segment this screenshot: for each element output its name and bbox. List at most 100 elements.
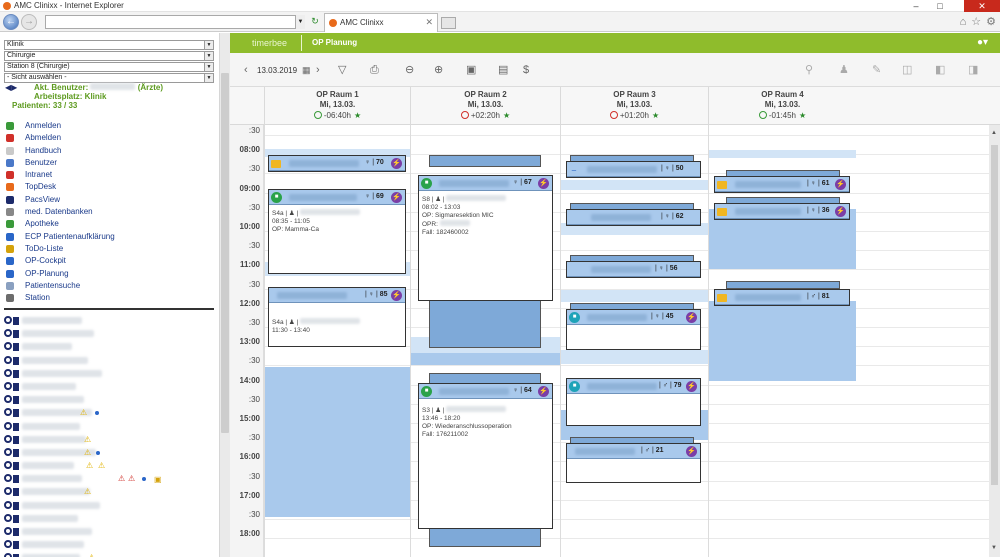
clinic-select[interactable]: Klinik ▼ xyxy=(4,40,214,50)
search-patient-icon[interactable] xyxy=(4,513,12,522)
menu-item[interactable]: Handbuch xyxy=(4,145,219,157)
list-item[interactable] xyxy=(4,367,219,380)
menu-item[interactable]: OP-Planung xyxy=(4,268,219,280)
surgery-card[interactable]: | ♀ | 56 xyxy=(566,261,701,278)
module-title[interactable]: OP Planung xyxy=(312,38,357,47)
export-icon[interactable]: ◫ xyxy=(902,64,912,76)
surgery-card[interactable]: ■ | ♂ | 79 ⚡ xyxy=(566,378,701,426)
sidebar-scrollbar[interactable] xyxy=(219,33,230,557)
schedule-scrollbar[interactable]: ▲ ▼ xyxy=(989,125,1000,557)
search-patient-icon[interactable] xyxy=(4,527,12,535)
fit-icon[interactable]: ▣ xyxy=(466,64,476,76)
search-patient-icon[interactable] xyxy=(4,447,12,456)
list-item[interactable]: ⚠ ⚠ xyxy=(4,459,219,472)
search-patient-icon[interactable] xyxy=(4,540,12,549)
menu-item[interactable]: TopDesk xyxy=(4,181,219,193)
room-header-2[interactable]: OP Raum 2 Mi, 13.03. +02:20h ★ xyxy=(410,87,560,125)
search-patient-icon[interactable] xyxy=(4,368,12,377)
search-patient-icon[interactable] xyxy=(4,342,12,351)
url-input[interactable] xyxy=(45,15,305,29)
list-item[interactable]: ⚠ ⚠ ▣ xyxy=(4,472,219,485)
url-dropdown-icon[interactable]: ▼ xyxy=(295,15,305,29)
surgery-card[interactable]: | ♀ | 62 xyxy=(566,209,701,226)
user-icon[interactable]: ●▾ xyxy=(977,37,988,48)
list-item[interactable] xyxy=(4,380,219,393)
prev-date-icon[interactable]: ‹ xyxy=(244,64,248,76)
favorites-icon[interactable]: ☆ xyxy=(971,16,981,28)
document-icon[interactable]: ◨ xyxy=(968,64,978,76)
new-tab-button[interactable] xyxy=(441,17,456,29)
list-item[interactable] xyxy=(4,499,219,512)
menu-item[interactable]: Abmelden xyxy=(4,132,219,144)
menu-item[interactable]: Intranet xyxy=(4,169,219,181)
menu-item[interactable]: Anmelden xyxy=(4,120,219,132)
search-patient-icon[interactable] xyxy=(4,487,12,496)
list-item[interactable] xyxy=(4,393,219,406)
add-user-icon[interactable]: ♟ xyxy=(839,64,849,76)
search-patient-icon[interactable] xyxy=(4,474,12,483)
list-item[interactable] xyxy=(4,340,219,353)
schedule-grid[interactable]: :30 08:00:30 09:00:30 10:00:30 11:00:30 12:00… xyxy=(230,125,1000,557)
list-item[interactable] xyxy=(4,525,219,538)
home-icon[interactable]: ⌂ xyxy=(960,16,967,28)
list-item[interactable] xyxy=(4,314,219,327)
surgery-card[interactable]: ■ ♀ | 69 ⚡ S4a | ♟ | 08:35 - 11:05 OP: Mamm… xyxy=(268,189,406,274)
print-icon[interactable]: ⎙ xyxy=(370,64,379,76)
menu-item[interactable]: ECP Patientenaufklärung xyxy=(4,231,219,243)
list-item[interactable]: ⚠ xyxy=(4,406,219,419)
list-item[interactable]: ⚠ xyxy=(4,446,219,459)
search-patient-icon[interactable] xyxy=(4,553,12,557)
search-patient-icon[interactable] xyxy=(4,461,12,470)
surgery-card[interactable]: | ♀ | 36 ⚡ xyxy=(714,203,850,220)
search-patient-icon[interactable] xyxy=(4,316,12,324)
room-header-4[interactable]: OP Raum 4 Mi, 13.03. -01:45h ★ xyxy=(708,87,856,125)
surgery-card[interactable]: | ♂ | 81 xyxy=(714,289,850,306)
tab-close-icon[interactable]: ✕ xyxy=(425,17,433,28)
menu-item[interactable]: Benutzer xyxy=(4,157,219,169)
search-patient-icon[interactable] xyxy=(4,408,12,417)
clipboard-icon[interactable]: ◧ xyxy=(935,64,945,76)
search-patient-icon[interactable] xyxy=(4,500,12,509)
refresh-icon[interactable]: ↻ xyxy=(309,16,321,28)
station-select[interactable]: Station 8 (Chirurgie) ▼ xyxy=(4,62,214,72)
calendar-icon[interactable]: ▦ xyxy=(302,64,311,76)
menu-item[interactable]: Patientensuche xyxy=(4,280,219,292)
date-display[interactable]: 13.03.2019 xyxy=(257,66,297,75)
view-select[interactable]: - Sicht auswählen - ▼ xyxy=(4,73,214,83)
list-item[interactable]: ⚠ xyxy=(4,433,219,446)
search-patient-icon[interactable] xyxy=(4,395,12,404)
settings-gear-icon[interactable]: ⚙ xyxy=(986,16,996,28)
menu-item[interactable]: med. Datenbanken xyxy=(4,206,219,218)
forward-icon[interactable]: → xyxy=(21,14,37,30)
search-patient-icon[interactable] xyxy=(4,355,12,364)
menu-item[interactable]: Apotheke xyxy=(4,218,219,230)
zoom-out-icon[interactable]: ⊖ xyxy=(405,64,414,76)
surgery-card[interactable]: ■ ♀ | 67 ⚡ S8 | ♟ | 08:02 - 13:03 OP: Sigma… xyxy=(418,175,553,301)
browser-tab[interactable]: AMC Clinixx ✕ xyxy=(324,13,438,32)
list-item[interactable]: ⚠ xyxy=(4,551,219,557)
search-patient-icon[interactable] xyxy=(4,329,12,338)
menu-item[interactable]: OP-Cockpit xyxy=(4,255,219,267)
surgery-card[interactable]: ⚊ | ♀ | 50 xyxy=(566,161,701,178)
search-patient-icon[interactable] xyxy=(4,381,12,390)
list-item[interactable] xyxy=(4,354,219,367)
menu-item[interactable]: Station xyxy=(4,292,219,304)
list-item[interactable] xyxy=(4,538,219,551)
room-header-3[interactable]: OP Raum 3 Mi, 13.03. +01:20h ★ xyxy=(560,87,708,125)
department-select[interactable]: Chirurgie ▼ xyxy=(4,51,214,61)
patient-card-icon[interactable]: ▤ xyxy=(498,64,508,76)
room-header-1[interactable]: OP Raum 1 Mi, 13.03. -06:40h ★ xyxy=(264,87,410,125)
menu-item[interactable]: PacsView xyxy=(4,194,219,206)
list-item[interactable] xyxy=(4,327,219,340)
search-icon[interactable]: ⚲ xyxy=(805,64,813,76)
maximize-button[interactable]: □ xyxy=(928,0,952,12)
next-date-icon[interactable]: › xyxy=(316,64,320,76)
surgery-card[interactable]: ■ ♀ | 64 ⚡ S3 | ♟ | 13:46 - 18:20 OP: Wiede… xyxy=(418,383,553,529)
surgery-card[interactable]: | ♀ | 85 ⚡ S4a | ♟ | 11:30 - 13:40 xyxy=(268,287,406,347)
back-icon[interactable]: ← xyxy=(3,14,19,30)
money-icon[interactable]: $ xyxy=(523,64,529,76)
filter-icon[interactable]: ▽ xyxy=(338,64,346,76)
surgery-card[interactable]: | ♂ | 21 ⚡ xyxy=(566,443,701,483)
zoom-in-icon[interactable]: ⊕ xyxy=(434,64,443,76)
surgery-card[interactable]: ■ | ♀ | 45 ⚡ xyxy=(566,309,701,350)
